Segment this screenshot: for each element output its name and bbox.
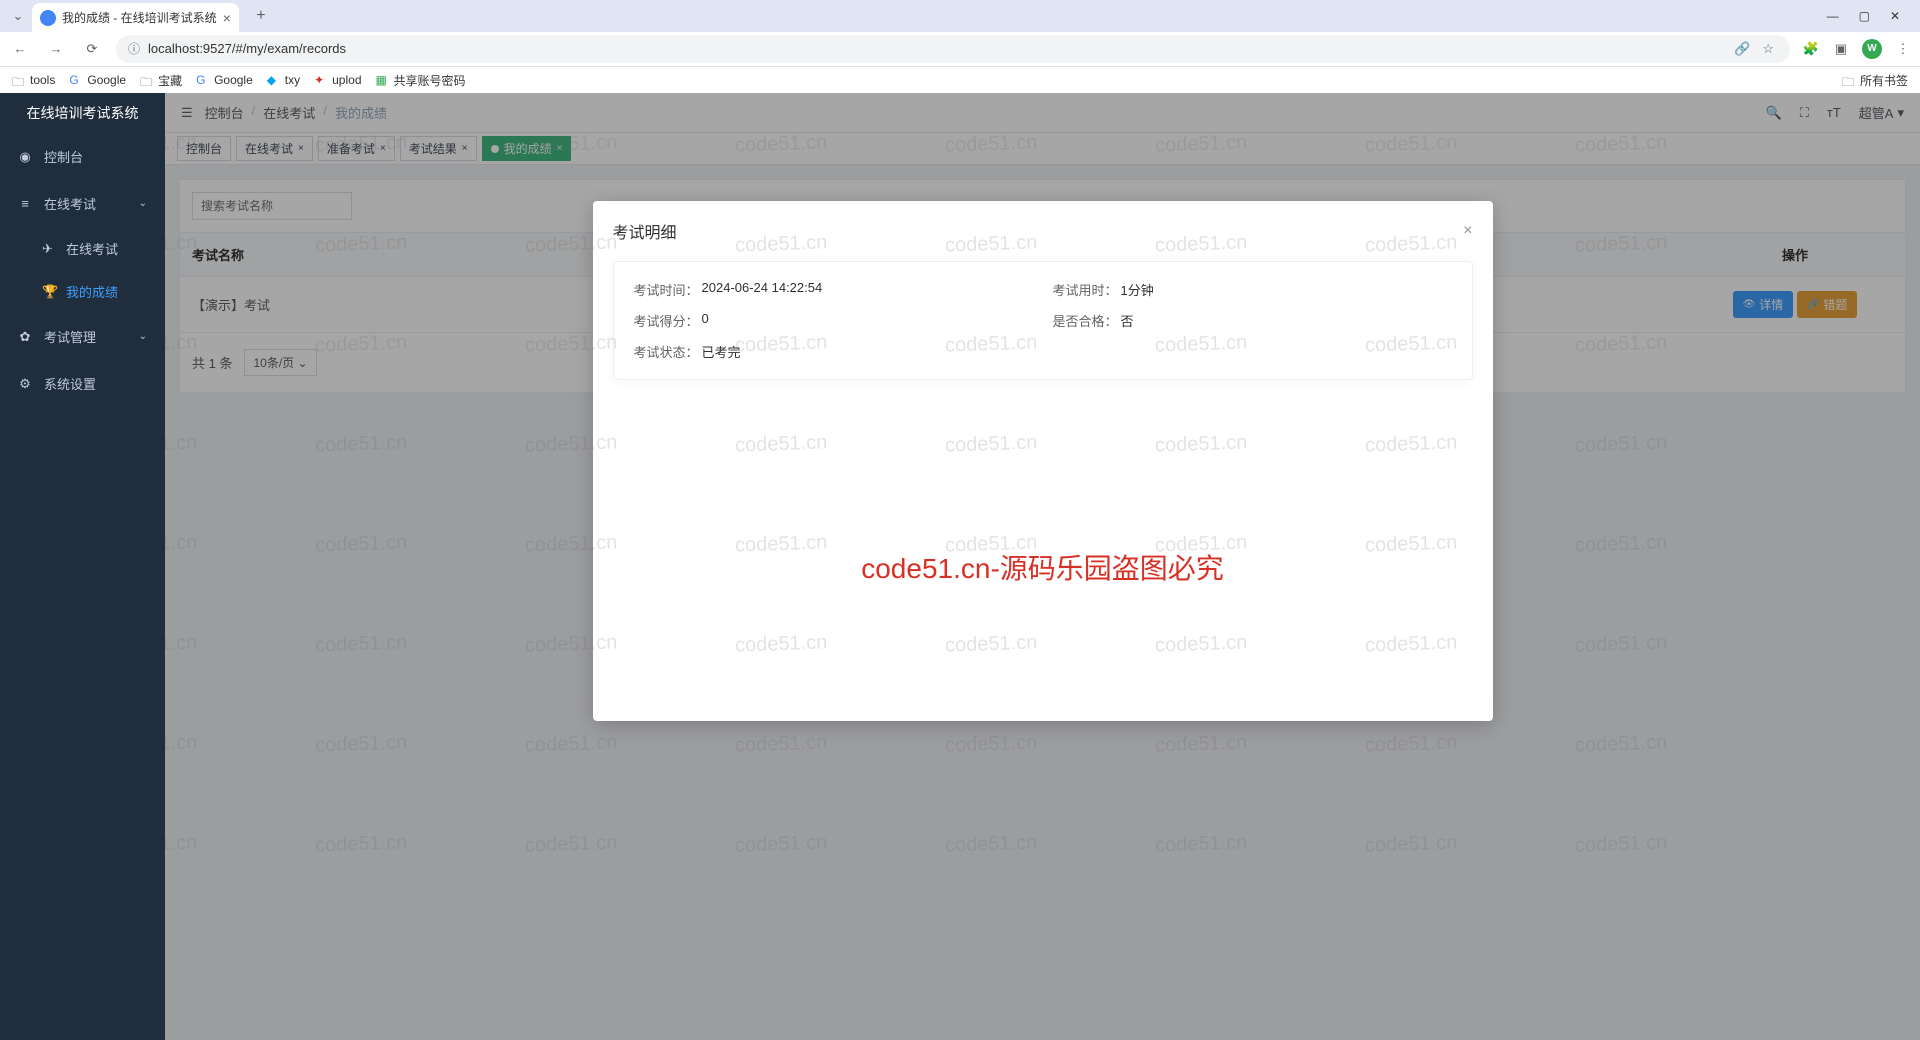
site-info-icon[interactable]: ⓘ (128, 40, 140, 57)
bookmark-bar: 🗀tools GGoogle 🗀宝藏 GGoogle ◆txy ✦uplod ▦… (0, 67, 1920, 93)
sidebar-item-online-exam[interactable]: ≡在线考试⌄ (0, 180, 165, 227)
modal-close-icon[interactable]: × (1463, 222, 1472, 240)
dashboard-icon: ◉ (18, 149, 32, 165)
browser-menu-icon[interactable]: ⋮ (1894, 40, 1912, 58)
plane-icon: ✈ (42, 241, 56, 257)
main-content: ☰ 控制台/ 在线考试/ 我的成绩 🔍 ⛶ ᴛT 超管A ▾ 控制台 在线考试×… (165, 93, 1920, 1040)
row-exam-time: 考试时间：2024-06-24 14:22:54 (634, 280, 1033, 299)
maximize-button[interactable]: ▢ (1859, 9, 1870, 23)
bookmark-tools[interactable]: 🗀tools (12, 73, 55, 87)
bookmark-star-icon[interactable]: ☆ (1762, 41, 1774, 57)
app-root: 在线培训考试系统 ◉控制台 ≡在线考试⌄ ✈在线考试 🏆我的成绩 ✿考试管理⌄ … (0, 93, 1920, 1040)
browser-chrome: ⌄ 我的成绩 - 在线培训考试系统 × + — ▢ ✕ ← → ⟳ ⓘ loca… (0, 0, 1920, 93)
bookmark-txy[interactable]: ◆txy (267, 73, 300, 87)
app-logo: 在线培训考试系统 (0, 93, 165, 133)
tab-dropdown-icon[interactable]: ⌄ (8, 6, 28, 26)
sidebar-item-settings[interactable]: ⚙系统设置 (0, 360, 165, 407)
close-window-button[interactable]: ✕ (1890, 9, 1900, 23)
minimize-button[interactable]: — (1827, 9, 1839, 23)
sidebar-item-exam-mgmt[interactable]: ✿考试管理⌄ (0, 313, 165, 360)
row-pass: 是否合格：否 (1053, 311, 1452, 330)
browser-tab-bar: ⌄ 我的成绩 - 在线培训考试系统 × + — ▢ ✕ (0, 0, 1920, 32)
reload-button[interactable]: ⟳ (80, 41, 104, 57)
gear-icon: ✿ (18, 329, 32, 345)
sidebar-subitem-my-results[interactable]: 🏆我的成绩 (0, 270, 165, 313)
chevron-down-icon: ⌄ (139, 331, 147, 342)
trophy-icon: 🏆 (42, 284, 56, 300)
modal-overlay[interactable]: 考试明细 × 考试时间：2024-06-24 14:22:54 考试用时：1分钟… (165, 93, 1920, 1040)
window-controls: — ▢ ✕ (1815, 9, 1912, 23)
back-button[interactable]: ← (8, 41, 32, 56)
bookmark-uplod[interactable]: ✦uplod (314, 73, 361, 87)
exam-detail-modal: 考试明细 × 考试时间：2024-06-24 14:22:54 考试用时：1分钟… (593, 201, 1493, 721)
bookmark-shared[interactable]: ▦共享账号密码 (376, 72, 466, 89)
address-bar[interactable]: ⓘ localhost:9527/#/my/exam/records 🔗 ☆ (116, 35, 1790, 63)
favicon-icon (40, 10, 56, 26)
bookmark-google[interactable]: GGoogle (69, 73, 126, 87)
bookmark-baozang[interactable]: 🗀宝藏 (140, 72, 182, 89)
browser-tab[interactable]: 我的成绩 - 在线培训考试系统 × (32, 3, 239, 33)
bookmark-google2[interactable]: GGoogle (196, 73, 253, 87)
row-status: 考试状态：已考完 (634, 342, 1033, 361)
tab-title: 我的成绩 - 在线培训考试系统 (62, 9, 217, 26)
row-score: 考试得分：0 (634, 311, 1033, 330)
extensions-icon[interactable]: 🧩 (1802, 40, 1820, 58)
side-panel-icon[interactable]: ▣ (1832, 40, 1850, 58)
sidebar: 在线培训考试系统 ◉控制台 ≡在线考试⌄ ✈在线考试 🏆我的成绩 ✿考试管理⌄ … (0, 93, 165, 1040)
all-bookmarks[interactable]: 🗀所有书签 (1842, 72, 1908, 89)
row-duration: 考试用时：1分钟 (1053, 280, 1452, 299)
list-icon: ≡ (18, 196, 32, 211)
forward-button[interactable]: → (44, 41, 68, 56)
profile-avatar[interactable]: W (1862, 39, 1882, 59)
modal-header: 考试明细 × (593, 201, 1493, 251)
modal-body: 考试时间：2024-06-24 14:22:54 考试用时：1分钟 考试得分：0… (593, 251, 1493, 400)
address-row: ← → ⟳ ⓘ localhost:9527/#/my/exam/records… (0, 32, 1920, 68)
settings-icon: ⚙ (18, 376, 32, 392)
sidebar-subitem-take-exam[interactable]: ✈在线考试 (0, 227, 165, 270)
url-text: localhost:9527/#/my/exam/records (148, 41, 1726, 56)
sidebar-item-dashboard[interactable]: ◉控制台 (0, 133, 165, 180)
modal-title: 考试明细 (613, 219, 677, 243)
new-tab-button[interactable]: + (247, 2, 275, 30)
exam-info-card: 考试时间：2024-06-24 14:22:54 考试用时：1分钟 考试得分：0… (613, 261, 1473, 380)
link-icon[interactable]: 🔗 (1734, 41, 1750, 57)
tab-close-icon[interactable]: × (223, 10, 231, 26)
chevron-down-icon: ⌄ (139, 198, 147, 209)
